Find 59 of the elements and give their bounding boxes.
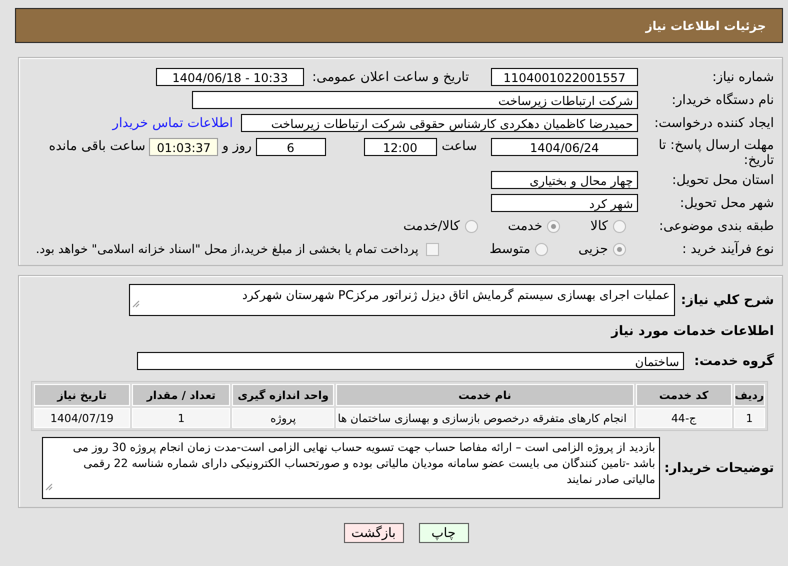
- checkbox-label: پرداخت تمام یا بخشی از مبلغ خرید،از محل "اسناد خزانه اسلامی" خواهد بود.: [36, 242, 418, 256]
- table-cell: ج-44: [636, 408, 732, 428]
- radio-button[interactable]: [613, 242, 626, 256]
- field-label: طبقه بندی موضوعی:: [658, 218, 775, 234]
- radio-button[interactable]: [547, 220, 560, 232]
- radio-button[interactable]: [535, 242, 548, 256]
- resize-grip-icon[interactable]: [132, 300, 140, 308]
- creator-field: حمیدرضا کاظمیان دهکردی کارشناس حقوقی شرکت ارتباطات زیرساخت: [241, 114, 638, 132]
- field-label: مهلت ارسال پاسخ: تا تاریخ:: [658, 138, 775, 168]
- city-field: شهر کرد: [491, 194, 638, 212]
- table-cell: انجام کارهای متفرقه درخصوص بازسازی و بهسازی ساختمان ها: [336, 408, 634, 428]
- column-header: تاریخ نیاز: [34, 384, 130, 406]
- field-label: توضیحات خریدار:: [664, 460, 775, 476]
- radio-button[interactable]: [464, 220, 478, 232]
- description-box: عملیات اجرای بهسازی سیستم گرمایش اتاق دیزل ژنراتور مرکزPC شهرستان شهرکرد: [128, 284, 675, 316]
- field-label: شرح کلي نیاز:: [680, 293, 775, 308]
- option-label: خدمت: [508, 218, 542, 234]
- remaining-time-field: 01:03:37: [149, 138, 218, 156]
- field-label: گروه خدمت:: [694, 354, 775, 368]
- table-cell: 1404/07/19: [34, 408, 130, 428]
- field-label: ایجاد کننده درخواست:: [653, 116, 775, 130]
- field-label: نام دستگاه خریدار:: [670, 92, 775, 108]
- field-label: ساعت باقی مانده: [48, 138, 146, 156]
- field-label: شهر محل تحویل:: [678, 196, 775, 210]
- field-label: روز و: [222, 138, 252, 156]
- column-header: ردیف: [734, 384, 765, 406]
- announce-date-field: 1404/06/18 - 10:33: [156, 68, 304, 86]
- radio-button[interactable]: [613, 220, 626, 232]
- need-number-field: 1104001022001557: [491, 68, 638, 86]
- resize-grip-icon[interactable]: [45, 483, 54, 491]
- field-label: ساعت: [442, 138, 477, 156]
- buyer-contact-link[interactable]: اطلاعات تماس خریدار: [112, 116, 233, 130]
- column-header: تعداد / مقدار: [132, 384, 230, 406]
- service-group-field: ساختمان: [137, 352, 684, 370]
- checkbox[interactable]: [426, 242, 440, 256]
- notes-box: بازدید از پروژه الزامی است – ارائه مفاصا حساب جهت تسویه حساب نهایی الزامی است-مدت زمان انجام پروژه 30 روز می باشد -تامین کنندگان می بایست عضو سامانه مودیان مالیاتی بوده و صورتحساب الکترونیکی دارای شماره شناسه 22 رقمی مالیاتی صادر نمایند: [42, 437, 660, 499]
- option-label: متوسط: [489, 242, 530, 256]
- column-header: نام خدمت: [336, 384, 634, 406]
- table-cell: پروژه: [232, 408, 334, 428]
- print-button[interactable]: چاپ: [418, 523, 468, 543]
- table-cell: 1: [734, 408, 765, 428]
- column-header: کد خدمت: [636, 384, 732, 406]
- deadline-time-field: 12:00: [364, 138, 437, 156]
- option-label: کالا: [590, 218, 608, 234]
- field-label: شماره نیاز:: [711, 70, 775, 84]
- buyer-field: شرکت ارتباطات زیرساخت: [192, 91, 638, 109]
- field-label: تاریخ و ساعت اعلان عمومی:: [312, 70, 470, 84]
- days-field: 6: [256, 138, 326, 156]
- column-header: واحد اندازه گیری: [232, 384, 334, 406]
- field-label: استان محل تحویل:: [671, 172, 775, 188]
- province-field: چهار محال و بختیاری: [491, 171, 638, 189]
- table-cell: 1: [132, 408, 230, 428]
- option-label: کالا/خدمت: [403, 218, 460, 234]
- section-heading: اطلاعات خدمات مورد نیاز: [611, 324, 775, 338]
- field-label: نوع فرآیند خرید :: [681, 242, 775, 256]
- option-label: جزیی: [578, 242, 608, 256]
- deadline-date-field: 1404/06/24: [491, 138, 638, 156]
- back-button[interactable]: بازگشت: [344, 523, 404, 543]
- page-title: جزئیات اطلاعات نیاز: [645, 18, 766, 32]
